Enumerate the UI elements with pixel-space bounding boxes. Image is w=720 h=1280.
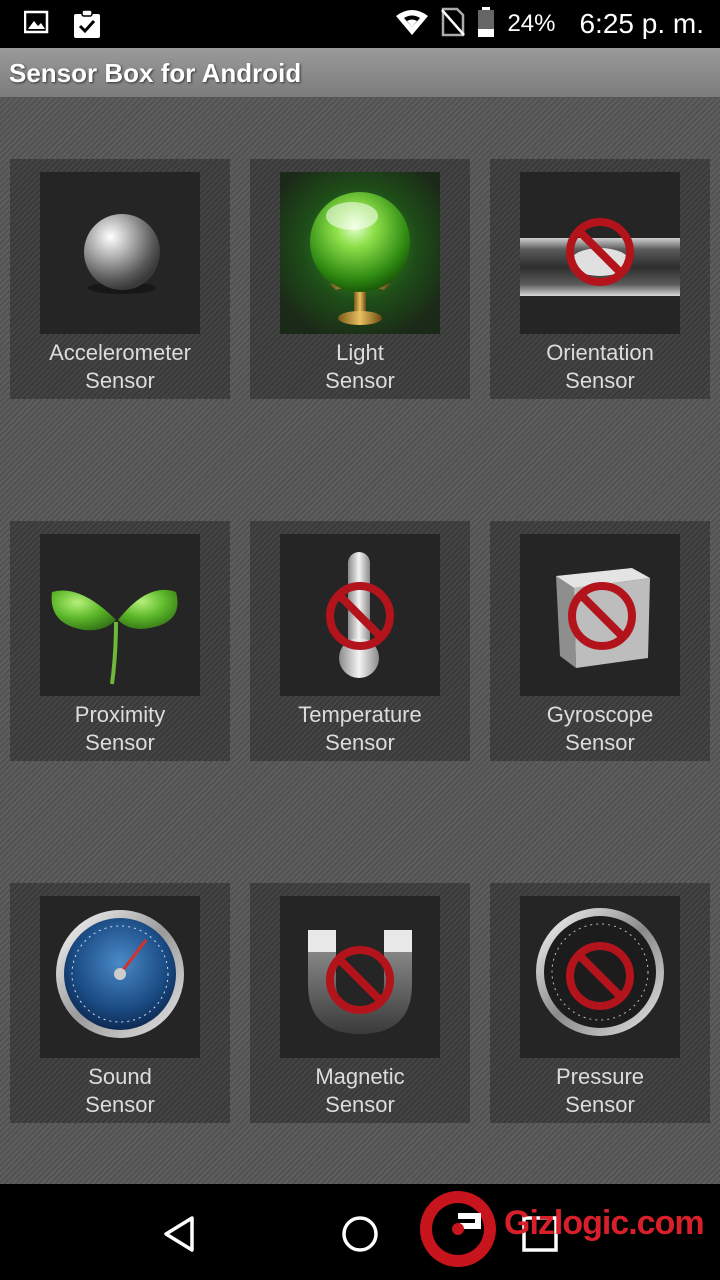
sensor-label: Orientation (546, 340, 654, 365)
sound-gauge-icon (40, 896, 200, 1058)
sensor-label: Light (336, 340, 384, 365)
app-title: Sensor Box for Android (9, 58, 302, 88)
back-icon[interactable] (158, 1212, 202, 1256)
sensor-label-suffix: Sensor (325, 368, 395, 393)
no-sim-icon (441, 7, 466, 42)
sensor-label-suffix: Sensor (325, 730, 395, 755)
sensor-label-suffix: Sensor (325, 1092, 395, 1117)
magnetic-sensor-tile[interactable]: Magnetic Sensor (250, 883, 470, 1123)
battery-icon (477, 6, 495, 42)
sensor-label: Magnetic (315, 1064, 405, 1089)
sensor-label: Accelerometer (49, 340, 191, 365)
proximity-sensor-tile[interactable]: Proximity Sensor (10, 521, 230, 761)
gyroscope-sensor-tile[interactable]: Gyroscope Sensor (490, 521, 710, 761)
sensor-label: Sound (88, 1064, 152, 1089)
accelerometer-sensor-tile[interactable]: Accelerometer Sensor (10, 159, 230, 399)
sprout-icon (40, 534, 200, 696)
cube-icon (520, 534, 680, 696)
app-title-bar: Sensor Box for Android (0, 48, 720, 98)
metal-ball-icon (40, 172, 200, 334)
sensor-grid: Accelerometer Sensor Light Sensor Orient… (0, 98, 720, 1184)
sensor-label-suffix: Sensor (85, 1092, 155, 1117)
spirit-level-icon (520, 172, 680, 334)
sensor-label-suffix: Sensor (85, 368, 155, 393)
sensor-label-suffix: Sensor (565, 1092, 635, 1117)
status-bar: 24% 6:25 p. m. (0, 0, 720, 48)
battery-percent: 24% (507, 10, 556, 37)
wifi-icon (395, 8, 429, 41)
thermometer-icon (280, 534, 440, 696)
home-icon[interactable] (338, 1212, 382, 1256)
gizlogic-logo-icon (420, 1191, 496, 1267)
green-crystal-ball-icon (280, 172, 440, 334)
sensor-label: Proximity (74, 702, 166, 727)
sensor-label-suffix: Sensor (565, 368, 635, 393)
image-notification-icon (23, 9, 50, 44)
clock: 6:25 p. m. (579, 8, 704, 39)
sensor-label-suffix: Sensor (85, 730, 155, 755)
orientation-sensor-tile[interactable]: Orientation Sensor (490, 159, 710, 399)
temperature-sensor-tile[interactable]: Temperature Sensor (250, 521, 470, 761)
sound-sensor-tile[interactable]: Sound Sensor (10, 883, 230, 1123)
light-sensor-tile[interactable]: Light Sensor (250, 159, 470, 399)
pressure-sensor-tile[interactable]: Pressure Sensor (490, 883, 710, 1123)
pressure-gauge-icon (520, 896, 680, 1058)
sensor-label-suffix: Sensor (565, 730, 635, 755)
watermark-text: Gizlogic.com (504, 1204, 705, 1242)
sensor-label: Temperature (298, 702, 422, 727)
gizlogic-watermark: Gizlogic.com (416, 1186, 716, 1272)
sensor-label: Pressure (555, 1064, 645, 1089)
magnet-icon (280, 896, 440, 1058)
sensor-label: Gyroscope (546, 702, 654, 727)
clipboard-check-icon (72, 9, 102, 44)
